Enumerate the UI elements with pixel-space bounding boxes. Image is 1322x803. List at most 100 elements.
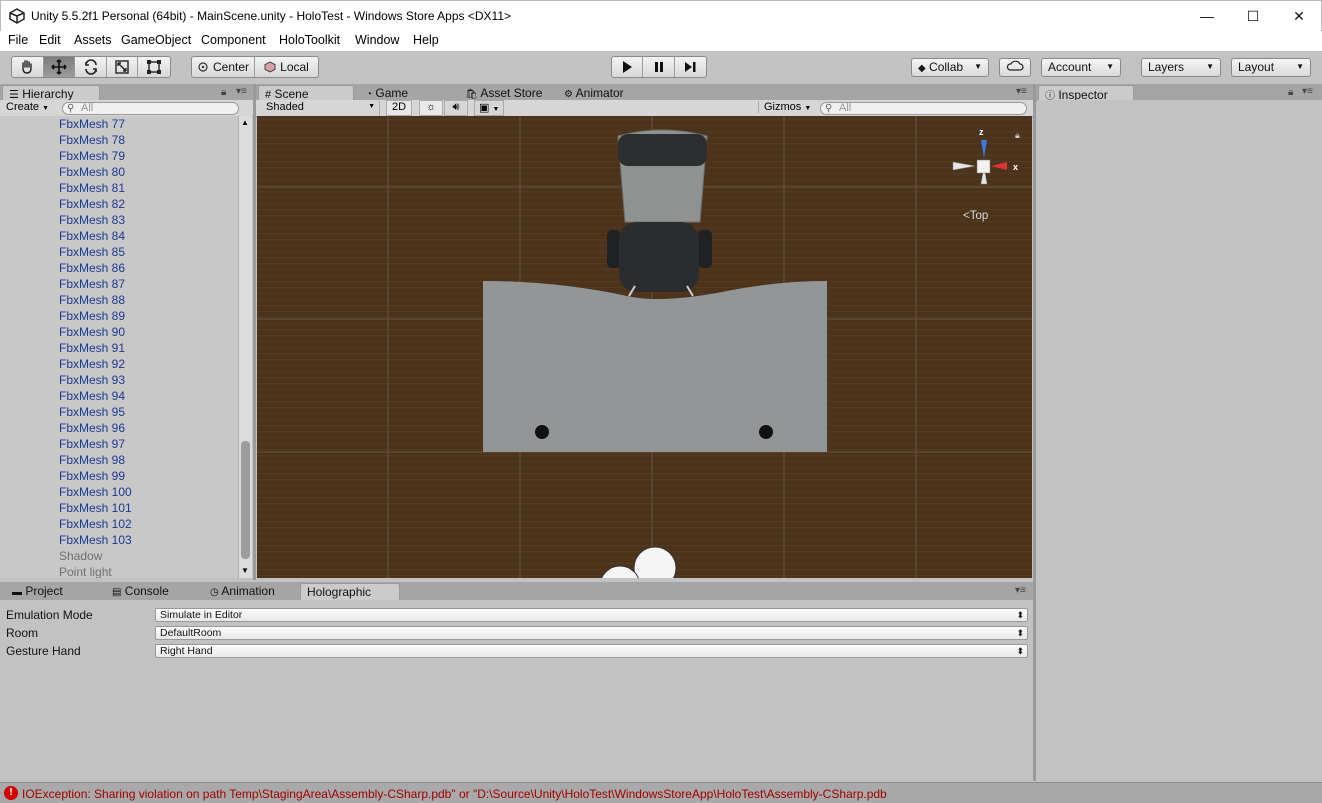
gesture-hand-select[interactable]: Right Hand ⬍ bbox=[155, 644, 1028, 658]
pivot-local-button[interactable]: Local bbox=[255, 57, 318, 77]
tab-console-label: Console bbox=[124, 584, 169, 598]
list-item[interactable]: FbxMesh 95 bbox=[0, 404, 238, 420]
list-item[interactable]: FbxMesh 80 bbox=[0, 164, 238, 180]
panel-menu-icon[interactable]: ▾≡ bbox=[1015, 585, 1026, 596]
tab-project[interactable]: ▬ Project bbox=[6, 583, 102, 600]
scroll-down-icon[interactable]: ▼ bbox=[241, 566, 249, 575]
room-label: Room bbox=[6, 626, 39, 640]
list-item[interactable]: FbxMesh 91 bbox=[0, 340, 238, 356]
list-item[interactable]: Shadow bbox=[0, 548, 238, 564]
menu-window[interactable]: Window bbox=[355, 33, 399, 47]
pivot-center-button[interactable]: Center bbox=[192, 57, 256, 77]
panel-menu-icon[interactable]: ▾≡ bbox=[236, 86, 247, 97]
menu-component[interactable]: Component bbox=[201, 33, 266, 47]
list-item[interactable]: FbxMesh 82 bbox=[0, 196, 238, 212]
list-item[interactable]: FbxMesh 92 bbox=[0, 356, 238, 372]
scroll-up-icon[interactable]: ▲ bbox=[241, 118, 249, 127]
list-item[interactable]: FbxMesh 81 bbox=[0, 180, 238, 196]
hierarchy-search-input[interactable]: ⚲ All bbox=[62, 102, 239, 115]
room-select[interactable]: DefaultRoom ⬍ bbox=[155, 626, 1028, 640]
pause-button[interactable] bbox=[643, 57, 675, 77]
list-item[interactable]: FbxMesh 103 bbox=[0, 532, 238, 548]
list-item[interactable]: FbxMesh 99 bbox=[0, 468, 238, 484]
effects-dropdown[interactable]: ▣ ▼ bbox=[474, 100, 504, 116]
panel-menu-icon[interactable]: ▾≡ bbox=[1016, 86, 1027, 97]
draw-mode-dropdown[interactable]: Shaded ▼ bbox=[266, 101, 380, 116]
panel-divider[interactable] bbox=[253, 84, 256, 580]
list-item[interactable]: FbxMesh 87 bbox=[0, 276, 238, 292]
list-item[interactable]: FbxMesh 89 bbox=[0, 308, 238, 324]
list-item[interactable]: FbxMesh 101 bbox=[0, 500, 238, 516]
menu-assets[interactable]: Assets bbox=[74, 33, 112, 47]
panel-divider[interactable] bbox=[1033, 84, 1036, 781]
tab-animation[interactable]: ◷ Animation bbox=[204, 583, 298, 600]
toggle-2d-button[interactable]: 2D bbox=[386, 100, 412, 116]
list-item[interactable]: FbxMesh 86 bbox=[0, 260, 238, 276]
list-item[interactable]: FbxMesh 77 bbox=[0, 116, 238, 132]
list-item[interactable]: FbxMesh 90 bbox=[0, 324, 238, 340]
emulation-mode-select[interactable]: Simulate in Editor ⬍ bbox=[155, 608, 1028, 622]
list-item[interactable]: FbxMesh 97 bbox=[0, 436, 238, 452]
layout-dropdown[interactable]: Layout ▼ bbox=[1231, 58, 1311, 77]
lighting-toggle[interactable]: ☼ bbox=[419, 100, 443, 116]
list-item[interactable]: FbxMesh 83 bbox=[0, 212, 238, 228]
layers-dropdown[interactable]: Layers ▼ bbox=[1141, 58, 1221, 77]
scene-viewport[interactable]: z x 🔒︎ <Top bbox=[257, 116, 1032, 578]
rotate-icon bbox=[84, 59, 97, 75]
list-item[interactable]: FbxMesh 98 bbox=[0, 452, 238, 468]
scale-tool-button[interactable] bbox=[107, 57, 139, 77]
play-button[interactable] bbox=[612, 57, 644, 77]
create-dropdown[interactable]: Create ▼ bbox=[6, 101, 49, 113]
list-item[interactable]: Point light bbox=[0, 564, 238, 578]
list-item[interactable]: FbxMesh 102 bbox=[0, 516, 238, 532]
scene-search-input[interactable]: ⚲ All bbox=[820, 102, 1027, 115]
gizmo-lock-icon[interactable]: 🔒︎ bbox=[1015, 130, 1020, 140]
list-item[interactable]: FbxMesh 88 bbox=[0, 292, 238, 308]
tab-console[interactable]: ▤ Console bbox=[106, 583, 202, 600]
account-dropdown[interactable]: Account ▼ bbox=[1041, 58, 1121, 77]
menu-holotoolkit[interactable]: HoloToolkit bbox=[279, 33, 340, 47]
list-item[interactable]: FbxMesh 94 bbox=[0, 388, 238, 404]
list-item[interactable]: FbxMesh 100 bbox=[0, 484, 238, 500]
error-icon: ! bbox=[4, 786, 18, 800]
menu-help[interactable]: Help bbox=[413, 33, 439, 47]
maximize-button[interactable]: ☐ bbox=[1230, 1, 1276, 32]
list-item[interactable]: FbxMesh 79 bbox=[0, 148, 238, 164]
view-label-text: Top bbox=[969, 210, 989, 222]
hand-tool-button[interactable] bbox=[12, 57, 44, 77]
list-item[interactable]: FbxMesh 78 bbox=[0, 132, 238, 148]
orientation-gizmo[interactable]: z x 🔒︎ bbox=[945, 124, 1032, 234]
hierarchy-subbar: Create ▼ ⚲ All bbox=[0, 100, 253, 117]
hierarchy-scrollbar[interactable]: ▲ ▼ bbox=[238, 116, 252, 578]
rotate-tool-button[interactable] bbox=[75, 57, 107, 77]
cloud-button[interactable] bbox=[999, 58, 1031, 77]
minimize-button[interactable]: — bbox=[1184, 1, 1230, 32]
collab-dropdown[interactable]: ◆ Collab ▼ bbox=[911, 58, 989, 77]
close-button[interactable]: ✕ bbox=[1276, 1, 1322, 32]
list-item[interactable]: FbxMesh 85 bbox=[0, 244, 238, 260]
menu-edit[interactable]: Edit bbox=[39, 33, 61, 47]
window-title: Unity 5.5.2f1 Personal (64bit) - MainSce… bbox=[31, 9, 512, 23]
draw-mode-label: Shaded bbox=[266, 101, 304, 113]
updown-icon: ⬍ bbox=[1016, 610, 1024, 620]
status-bar[interactable]: ! IOException: Sharing violation on path… bbox=[0, 782, 1322, 803]
list-item[interactable]: FbxMesh 93 bbox=[0, 372, 238, 388]
audio-toggle[interactable]: 🔊︎ bbox=[444, 100, 468, 116]
list-item[interactable]: FbxMesh 96 bbox=[0, 420, 238, 436]
panel-menu-icon[interactable]: ▾≡ bbox=[1302, 86, 1313, 97]
lock-icon[interactable]: 🔒︎ bbox=[1288, 87, 1293, 98]
move-tool-button[interactable] bbox=[43, 57, 76, 77]
status-error-message[interactable]: IOException: Sharing violation on path T… bbox=[22, 787, 887, 801]
scrollbar-thumb[interactable] bbox=[241, 441, 250, 559]
tab-holographic[interactable]: Holographic bbox=[300, 583, 400, 600]
menu-gameobject[interactable]: GameObject bbox=[121, 33, 191, 47]
step-button[interactable] bbox=[675, 57, 706, 77]
tab-animator-label: Animator bbox=[575, 86, 624, 100]
speaker-icon: 🔊︎ bbox=[452, 101, 460, 113]
list-item[interactable]: FbxMesh 84 bbox=[0, 228, 238, 244]
lock-icon[interactable]: 🔒︎ bbox=[221, 87, 226, 98]
rect-tool-button[interactable] bbox=[138, 57, 170, 77]
menu-file[interactable]: File bbox=[8, 33, 28, 47]
local-cube-icon bbox=[264, 61, 276, 73]
gizmos-dropdown[interactable]: Gizmos ▼ bbox=[758, 101, 814, 113]
